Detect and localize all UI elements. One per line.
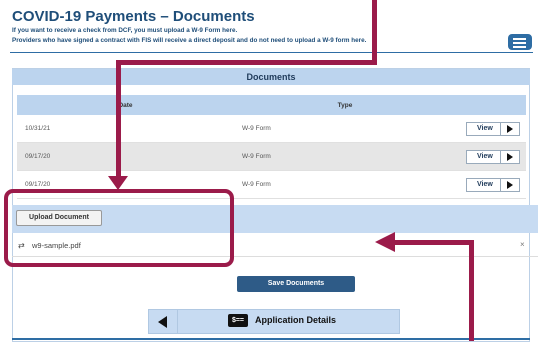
column-header-date: Date <box>17 95 234 115</box>
instruction-line-2: Providers who have signed a contract wit… <box>12 37 367 44</box>
documents-table: Date Type 10/31/21 W-9 Form View 09/17/2… <box>17 95 526 199</box>
row-date: 09/17/20 <box>17 142 234 171</box>
application-details-label: Application Details <box>255 315 337 325</box>
header-divider <box>10 52 533 53</box>
play-icon <box>500 122 519 135</box>
footer-divider <box>12 338 530 340</box>
menu-button[interactable] <box>508 34 532 50</box>
play-icon <box>500 150 519 163</box>
highlight-box <box>4 189 234 267</box>
instruction-line-1: If you want to receive a check from DCF,… <box>12 27 238 34</box>
annotation-arrow-line <box>372 0 377 64</box>
documents-heading: Documents <box>12 69 530 85</box>
row-type: W-9 Form <box>234 115 456 143</box>
page-title: COVID-19 Payments – Documents <box>12 8 255 25</box>
row-type: W-9 Form <box>234 142 456 171</box>
annotation-arrow-line <box>116 60 121 178</box>
save-documents-button[interactable]: Save Documents <box>237 276 355 292</box>
view-button[interactable]: View <box>466 121 520 136</box>
table-row: 10/31/21 W-9 Form View <box>17 115 526 143</box>
annotation-arrow-line <box>394 240 474 245</box>
row-type: W-9 Form <box>234 170 456 199</box>
column-header-type: Type <box>234 95 456 115</box>
view-button[interactable]: View <box>466 149 520 164</box>
remove-file-icon[interactable]: × <box>520 240 525 249</box>
dollar-list-icon: $== <box>228 314 248 327</box>
column-header-action <box>456 95 526 115</box>
table-row: 09/17/20 W-9 Form View <box>17 142 526 171</box>
play-icon <box>500 178 519 191</box>
annotation-arrowhead-down <box>108 176 128 190</box>
view-button[interactable]: View <box>466 177 520 192</box>
annotation-arrow-line <box>469 240 474 341</box>
row-date: 10/31/21 <box>17 115 234 143</box>
annotation-arrow-line <box>116 60 377 65</box>
back-arrow-icon[interactable] <box>148 309 178 334</box>
annotation-arrowhead-left <box>375 232 395 252</box>
